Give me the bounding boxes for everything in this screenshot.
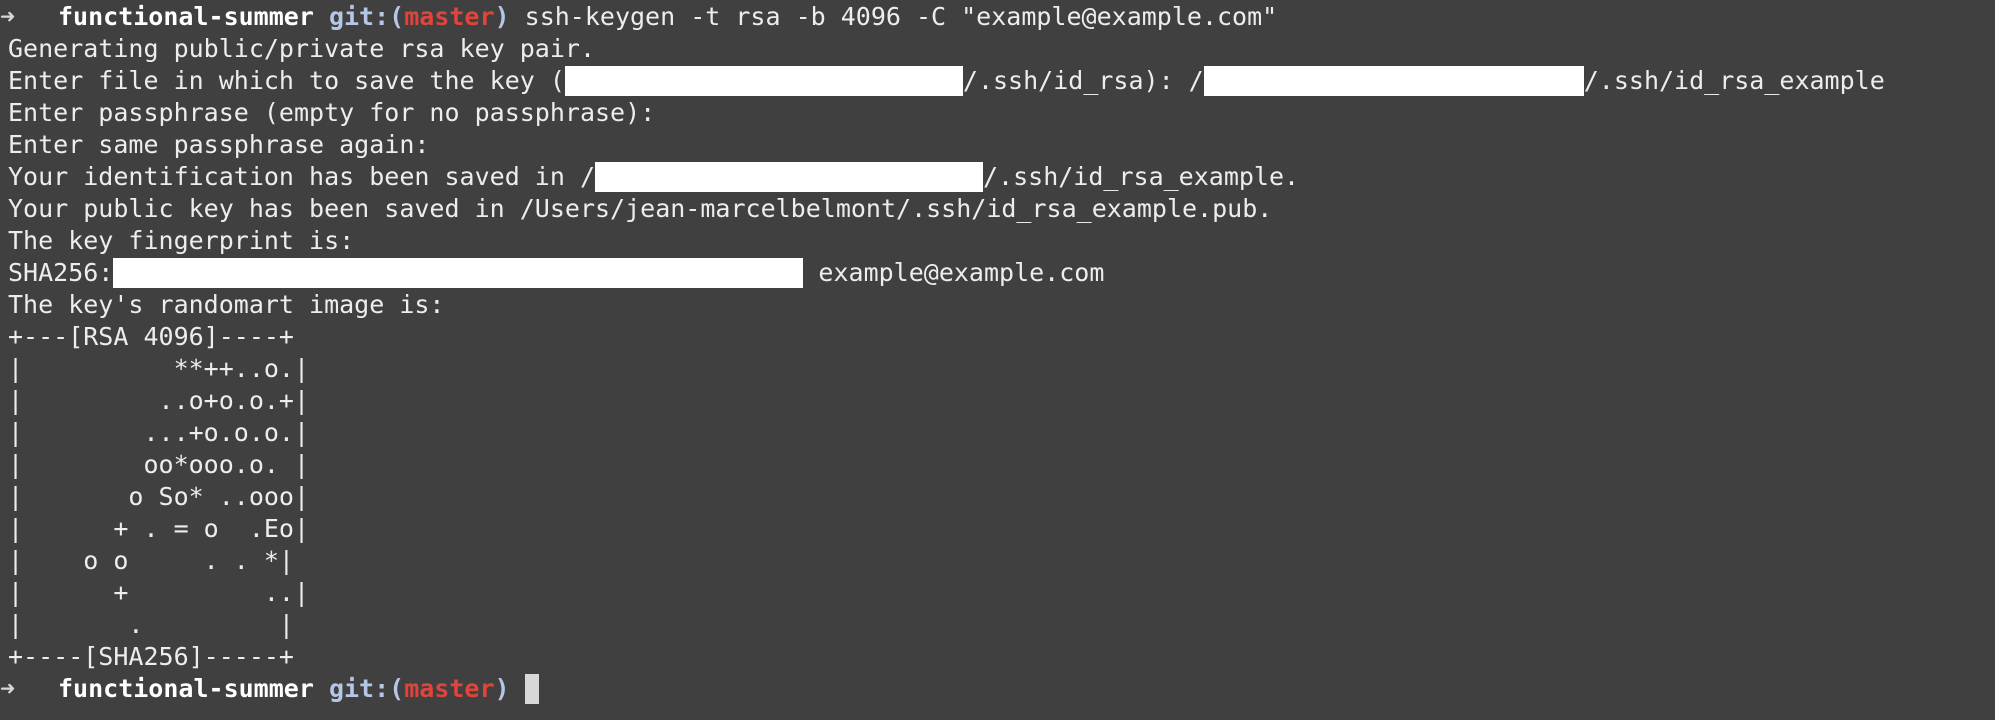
output-text: Your public key has been saved in /Users…: [8, 194, 1273, 223]
fingerprint-label: SHA256:: [8, 258, 114, 287]
randomart-line: | . |: [8, 610, 294, 639]
output-line: Enter same passphrase again:: [0, 129, 1995, 161]
randomart-line: | ...+o.o.o.|: [8, 418, 310, 447]
output-text: Your identification has been saved in /: [8, 162, 595, 191]
randomart-line: | ..o+o.o.+|: [8, 386, 310, 415]
randomart-line: | o So* ..ooo|: [8, 482, 310, 511]
output-line: The key fingerprint is:: [0, 225, 1995, 257]
redacted-path-block: [564, 66, 963, 96]
output-text: /.ssh/id_rsa_example.: [983, 162, 1300, 191]
randomart-line: +----[SHA256]-----+: [8, 642, 294, 671]
output-line: Enter passphrase (empty for no passphras…: [0, 97, 1995, 129]
redacted-path-block: [595, 162, 983, 192]
randomart-line: | oo*ooo.o. |: [8, 450, 310, 479]
redacted-path-block: [1203, 66, 1584, 96]
randomart-line: | **++..o.|: [8, 354, 310, 383]
prompt-arrow-icon: ➜: [0, 674, 16, 703]
output-line: Enter file in which to save the key ( /.s…: [0, 65, 1995, 97]
prompt-directory: functional-summer: [58, 2, 314, 31]
output-text: The key fingerprint is:: [8, 226, 355, 255]
command-prompt-line[interactable]: ➜ functional-summer git:(master): [0, 673, 1995, 705]
fingerprint-comment: example@example.com: [803, 258, 1105, 287]
output-text: Enter passphrase (empty for no passphras…: [8, 98, 656, 127]
randomart-line: | + ..|: [8, 578, 310, 607]
prompt-git-suffix: ): [494, 674, 510, 703]
output-text: /.ssh/id_rsa_example: [1583, 66, 1885, 95]
output-line: Your public key has been saved in /Users…: [0, 193, 1995, 225]
command-text: ssh-keygen -t rsa -b 4096 -C "example@ex…: [524, 2, 1278, 31]
prompt-git-prefix: git:(: [328, 2, 405, 31]
prompt-arrow-icon: ➜: [0, 2, 16, 31]
output-text: /.ssh/id_rsa): /: [962, 66, 1204, 95]
output-text: The key's randomart image is:: [8, 290, 445, 319]
terminal-window[interactable]: ➜ functional-summer git:(master) ssh-keyg…: [0, 0, 1995, 720]
prompt-git-suffix: ): [494, 2, 510, 31]
prompt-directory: functional-summer: [58, 674, 314, 703]
command-prompt-line: ➜ functional-summer git:(master) ssh-keyg…: [0, 1, 1995, 33]
prompt-git-prefix: git:(: [328, 674, 405, 703]
randomart-line: +---[RSA 4096]----+: [8, 322, 294, 351]
output-line: Generating public/private rsa key pair.: [0, 33, 1995, 65]
redacted-fingerprint-block: [113, 258, 804, 288]
output-line: SHA256: example@example.com: [0, 257, 1995, 289]
prompt-git-branch: master: [404, 2, 495, 31]
output-line: The key's randomart image is:: [0, 289, 1995, 321]
prompt-git-branch: master: [404, 674, 495, 703]
output-text: Enter same passphrase again:: [8, 130, 430, 159]
output-text: Enter file in which to save the key (: [8, 66, 565, 95]
output-text: Generating public/private rsa key pair.: [8, 34, 595, 63]
text-cursor[interactable]: [524, 674, 539, 704]
output-line: Your identification has been saved in / /…: [0, 161, 1995, 193]
randomart-line: | + . = o .Eo|: [8, 514, 310, 543]
randomart-line: | o o . . *|: [8, 546, 294, 575]
